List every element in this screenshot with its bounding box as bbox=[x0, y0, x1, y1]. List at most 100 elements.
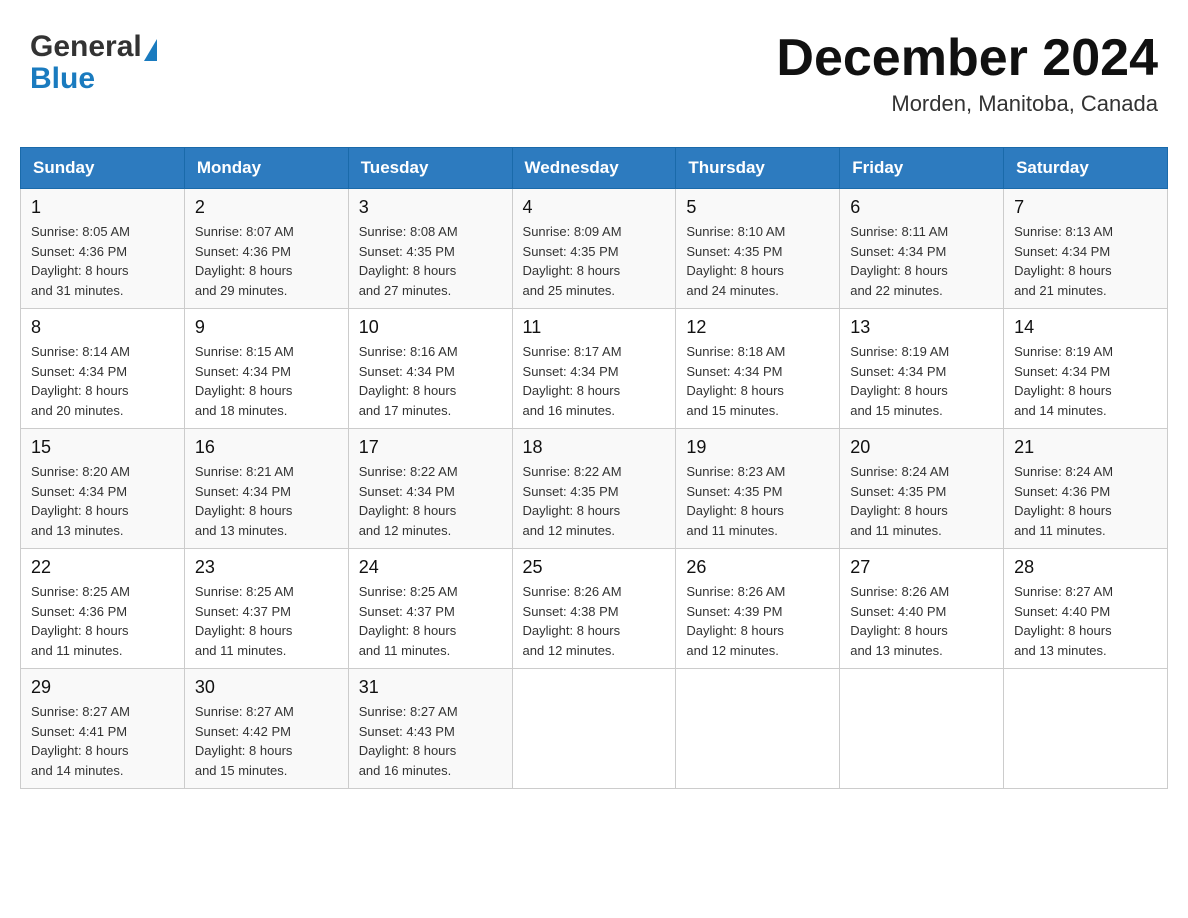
day-info: Sunrise: 8:07 AM Sunset: 4:36 PM Dayligh… bbox=[195, 222, 338, 300]
logo-blue-text: Blue bbox=[30, 62, 95, 96]
day-info: Sunrise: 8:14 AM Sunset: 4:34 PM Dayligh… bbox=[31, 342, 174, 420]
month-title: December 2024 bbox=[776, 30, 1158, 87]
day-info: Sunrise: 8:24 AM Sunset: 4:36 PM Dayligh… bbox=[1014, 462, 1157, 540]
calendar-cell: 15 Sunrise: 8:20 AM Sunset: 4:34 PM Dayl… bbox=[21, 429, 185, 549]
calendar-cell: 1 Sunrise: 8:05 AM Sunset: 4:36 PM Dayli… bbox=[21, 189, 185, 309]
day-info: Sunrise: 8:25 AM Sunset: 4:36 PM Dayligh… bbox=[31, 582, 174, 660]
calendar-cell: 14 Sunrise: 8:19 AM Sunset: 4:34 PM Dayl… bbox=[1004, 309, 1168, 429]
day-info: Sunrise: 8:17 AM Sunset: 4:34 PM Dayligh… bbox=[523, 342, 666, 420]
calendar-table: SundayMondayTuesdayWednesdayThursdayFrid… bbox=[20, 147, 1168, 789]
location-text: Morden, Manitoba, Canada bbox=[776, 91, 1158, 117]
day-info: Sunrise: 8:08 AM Sunset: 4:35 PM Dayligh… bbox=[359, 222, 502, 300]
day-number: 4 bbox=[523, 197, 666, 218]
title-section: December 2024 Morden, Manitoba, Canada bbox=[776, 30, 1158, 117]
day-number: 12 bbox=[686, 317, 829, 338]
calendar-cell: 26 Sunrise: 8:26 AM Sunset: 4:39 PM Dayl… bbox=[676, 549, 840, 669]
day-number: 7 bbox=[1014, 197, 1157, 218]
day-info: Sunrise: 8:22 AM Sunset: 4:34 PM Dayligh… bbox=[359, 462, 502, 540]
day-number: 20 bbox=[850, 437, 993, 458]
day-info: Sunrise: 8:27 AM Sunset: 4:40 PM Dayligh… bbox=[1014, 582, 1157, 660]
calendar-cell bbox=[512, 669, 676, 789]
day-number: 16 bbox=[195, 437, 338, 458]
day-info: Sunrise: 8:22 AM Sunset: 4:35 PM Dayligh… bbox=[523, 462, 666, 540]
calendar-cell bbox=[840, 669, 1004, 789]
day-number: 18 bbox=[523, 437, 666, 458]
day-info: Sunrise: 8:19 AM Sunset: 4:34 PM Dayligh… bbox=[1014, 342, 1157, 420]
day-number: 17 bbox=[359, 437, 502, 458]
day-info: Sunrise: 8:09 AM Sunset: 4:35 PM Dayligh… bbox=[523, 222, 666, 300]
calendar-cell: 8 Sunrise: 8:14 AM Sunset: 4:34 PM Dayli… bbox=[21, 309, 185, 429]
calendar-cell bbox=[1004, 669, 1168, 789]
day-info: Sunrise: 8:15 AM Sunset: 4:34 PM Dayligh… bbox=[195, 342, 338, 420]
logo-general-text: General bbox=[30, 30, 142, 64]
calendar-cell: 11 Sunrise: 8:17 AM Sunset: 4:34 PM Dayl… bbox=[512, 309, 676, 429]
calendar-cell: 20 Sunrise: 8:24 AM Sunset: 4:35 PM Dayl… bbox=[840, 429, 1004, 549]
day-number: 1 bbox=[31, 197, 174, 218]
calendar-cell: 25 Sunrise: 8:26 AM Sunset: 4:38 PM Dayl… bbox=[512, 549, 676, 669]
day-number: 2 bbox=[195, 197, 338, 218]
day-info: Sunrise: 8:26 AM Sunset: 4:40 PM Dayligh… bbox=[850, 582, 993, 660]
day-number: 25 bbox=[523, 557, 666, 578]
day-info: Sunrise: 8:26 AM Sunset: 4:38 PM Dayligh… bbox=[523, 582, 666, 660]
page-header: General Blue December 2024 Morden, Manit… bbox=[20, 20, 1168, 127]
day-number: 22 bbox=[31, 557, 174, 578]
calendar-cell: 7 Sunrise: 8:13 AM Sunset: 4:34 PM Dayli… bbox=[1004, 189, 1168, 309]
calendar-week-2: 8 Sunrise: 8:14 AM Sunset: 4:34 PM Dayli… bbox=[21, 309, 1168, 429]
weekday-header-monday: Monday bbox=[184, 148, 348, 189]
weekday-header-wednesday: Wednesday bbox=[512, 148, 676, 189]
calendar-week-1: 1 Sunrise: 8:05 AM Sunset: 4:36 PM Dayli… bbox=[21, 189, 1168, 309]
day-number: 31 bbox=[359, 677, 502, 698]
weekday-header-row: SundayMondayTuesdayWednesdayThursdayFrid… bbox=[21, 148, 1168, 189]
day-number: 30 bbox=[195, 677, 338, 698]
calendar-cell: 3 Sunrise: 8:08 AM Sunset: 4:35 PM Dayli… bbox=[348, 189, 512, 309]
calendar-cell: 17 Sunrise: 8:22 AM Sunset: 4:34 PM Dayl… bbox=[348, 429, 512, 549]
calendar-cell: 24 Sunrise: 8:25 AM Sunset: 4:37 PM Dayl… bbox=[348, 549, 512, 669]
day-info: Sunrise: 8:18 AM Sunset: 4:34 PM Dayligh… bbox=[686, 342, 829, 420]
day-number: 15 bbox=[31, 437, 174, 458]
calendar-cell: 23 Sunrise: 8:25 AM Sunset: 4:37 PM Dayl… bbox=[184, 549, 348, 669]
weekday-header-friday: Friday bbox=[840, 148, 1004, 189]
day-info: Sunrise: 8:27 AM Sunset: 4:41 PM Dayligh… bbox=[31, 702, 174, 780]
day-info: Sunrise: 8:13 AM Sunset: 4:34 PM Dayligh… bbox=[1014, 222, 1157, 300]
day-info: Sunrise: 8:16 AM Sunset: 4:34 PM Dayligh… bbox=[359, 342, 502, 420]
calendar-cell: 6 Sunrise: 8:11 AM Sunset: 4:34 PM Dayli… bbox=[840, 189, 1004, 309]
calendar-cell: 13 Sunrise: 8:19 AM Sunset: 4:34 PM Dayl… bbox=[840, 309, 1004, 429]
day-number: 29 bbox=[31, 677, 174, 698]
calendar-cell: 31 Sunrise: 8:27 AM Sunset: 4:43 PM Dayl… bbox=[348, 669, 512, 789]
day-info: Sunrise: 8:26 AM Sunset: 4:39 PM Dayligh… bbox=[686, 582, 829, 660]
day-info: Sunrise: 8:21 AM Sunset: 4:34 PM Dayligh… bbox=[195, 462, 338, 540]
calendar-cell: 9 Sunrise: 8:15 AM Sunset: 4:34 PM Dayli… bbox=[184, 309, 348, 429]
day-number: 19 bbox=[686, 437, 829, 458]
day-number: 26 bbox=[686, 557, 829, 578]
day-number: 11 bbox=[523, 317, 666, 338]
calendar-cell: 29 Sunrise: 8:27 AM Sunset: 4:41 PM Dayl… bbox=[21, 669, 185, 789]
calendar-cell: 30 Sunrise: 8:27 AM Sunset: 4:42 PM Dayl… bbox=[184, 669, 348, 789]
calendar-cell: 28 Sunrise: 8:27 AM Sunset: 4:40 PM Dayl… bbox=[1004, 549, 1168, 669]
day-number: 3 bbox=[359, 197, 502, 218]
day-info: Sunrise: 8:05 AM Sunset: 4:36 PM Dayligh… bbox=[31, 222, 174, 300]
day-info: Sunrise: 8:20 AM Sunset: 4:34 PM Dayligh… bbox=[31, 462, 174, 540]
calendar-cell: 18 Sunrise: 8:22 AM Sunset: 4:35 PM Dayl… bbox=[512, 429, 676, 549]
day-number: 5 bbox=[686, 197, 829, 218]
calendar-cell: 4 Sunrise: 8:09 AM Sunset: 4:35 PM Dayli… bbox=[512, 189, 676, 309]
day-number: 9 bbox=[195, 317, 338, 338]
calendar-week-5: 29 Sunrise: 8:27 AM Sunset: 4:41 PM Dayl… bbox=[21, 669, 1168, 789]
calendar-cell: 5 Sunrise: 8:10 AM Sunset: 4:35 PM Dayli… bbox=[676, 189, 840, 309]
calendar-cell: 21 Sunrise: 8:24 AM Sunset: 4:36 PM Dayl… bbox=[1004, 429, 1168, 549]
logo-arrow-icon bbox=[144, 39, 157, 61]
calendar-cell: 12 Sunrise: 8:18 AM Sunset: 4:34 PM Dayl… bbox=[676, 309, 840, 429]
day-info: Sunrise: 8:27 AM Sunset: 4:43 PM Dayligh… bbox=[359, 702, 502, 780]
weekday-header-tuesday: Tuesday bbox=[348, 148, 512, 189]
day-number: 24 bbox=[359, 557, 502, 578]
calendar-cell: 16 Sunrise: 8:21 AM Sunset: 4:34 PM Dayl… bbox=[184, 429, 348, 549]
day-info: Sunrise: 8:27 AM Sunset: 4:42 PM Dayligh… bbox=[195, 702, 338, 780]
weekday-header-thursday: Thursday bbox=[676, 148, 840, 189]
day-number: 8 bbox=[31, 317, 174, 338]
day-info: Sunrise: 8:25 AM Sunset: 4:37 PM Dayligh… bbox=[359, 582, 502, 660]
weekday-header-sunday: Sunday bbox=[21, 148, 185, 189]
day-info: Sunrise: 8:11 AM Sunset: 4:34 PM Dayligh… bbox=[850, 222, 993, 300]
calendar-cell: 2 Sunrise: 8:07 AM Sunset: 4:36 PM Dayli… bbox=[184, 189, 348, 309]
day-info: Sunrise: 8:10 AM Sunset: 4:35 PM Dayligh… bbox=[686, 222, 829, 300]
calendar-cell: 19 Sunrise: 8:23 AM Sunset: 4:35 PM Dayl… bbox=[676, 429, 840, 549]
calendar-cell: 22 Sunrise: 8:25 AM Sunset: 4:36 PM Dayl… bbox=[21, 549, 185, 669]
